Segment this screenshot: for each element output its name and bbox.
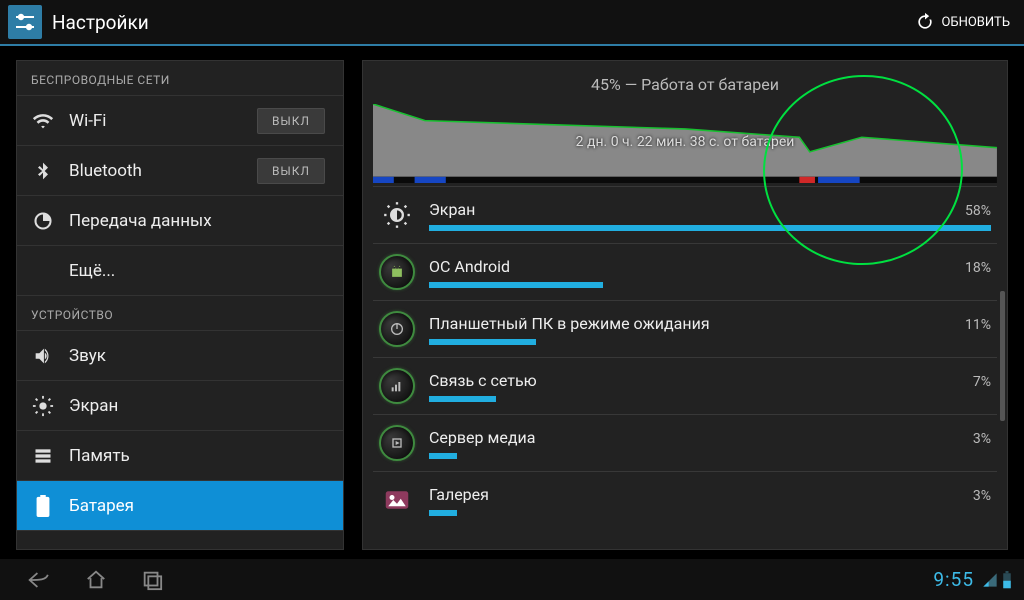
sidebar-item-battery[interactable]: Батарея [17,481,343,531]
usage-percent: 7% [973,374,991,390]
settings-sidebar[interactable]: БЕСПРОВОДНЫЕ СЕТИ Wi-Fi ВЫКЛ Bluetooth В… [16,60,344,550]
sidebar-item-label: Батарея [69,496,329,516]
bluetooth-icon [31,159,55,183]
sidebar-item-storage[interactable]: Память [17,431,343,481]
usage-percent: 18% [965,260,991,276]
back-button[interactable] [12,559,68,600]
usage-item-android-os[interactable]: ОС Android 18% [373,243,997,300]
sidebar-item-wifi[interactable]: Wi-Fi ВЫКЛ [17,96,343,146]
wifi-toggle[interactable]: ВЫКЛ [257,108,325,134]
battery-panel: 45% — Работа от батареи 2 дн. 0 ч. 22 ми… [362,60,1008,550]
usage-bar [429,282,991,288]
sidebar-item-label: Ещё... [69,261,329,281]
battery-header: 45% — Работа от батареи [363,61,1007,104]
signal-status-icon [982,572,998,588]
usage-item-tablet-idle[interactable]: Планшетный ПК в режиме ожидания 11% [373,300,997,357]
android-icon [379,254,415,290]
usage-percent: 11% [965,317,991,333]
usage-bar [429,225,991,231]
usage-bar [429,453,991,459]
usage-bar [429,339,991,345]
battery-usage-list[interactable]: Экран 58% ОС Android 18% [363,186,1007,549]
data-usage-icon [31,209,55,233]
storage-icon [31,444,55,468]
usage-percent: 58% [965,203,991,219]
action-bar: Настройки ОБНОВИТЬ [0,0,1024,46]
sidebar-item-label: Wi-Fi [69,111,243,131]
usage-bar [429,510,991,516]
battery-status-icon [1002,571,1012,589]
media-icon [379,425,415,461]
battery-graph[interactable]: 2 дн. 0 ч. 22 мин. 38 с. от батареи [373,104,997,180]
sound-icon [31,344,55,368]
usage-name: ОС Android [429,257,510,276]
sidebar-item-label: Звук [69,346,329,366]
home-button[interactable] [68,559,124,600]
main-split: БЕСПРОВОДНЫЕ СЕТИ Wi-Fi ВЫКЛ Bluetooth В… [0,46,1024,558]
system-navbar: 9:55 [0,558,1024,600]
usage-item-screen[interactable]: Экран 58% [373,186,997,243]
sidebar-item-label: Bluetooth [69,161,243,181]
page-title: Настройки [52,11,149,34]
sidebar-header-wireless: БЕСПРОВОДНЫЕ СЕТИ [17,61,343,96]
battery-graph-caption: 2 дн. 0 ч. 22 мин. 38 с. от батареи [373,104,997,180]
sidebar-item-label: Экран [69,396,329,416]
status-icons[interactable] [982,571,1012,589]
usage-item-media-server[interactable]: Сервер медиа 3% [373,414,997,471]
sidebar-item-sound[interactable]: Звук [17,331,343,381]
refresh-button[interactable]: ОБНОВИТЬ [909,8,1016,36]
wifi-icon [31,109,55,133]
brightness-icon [31,394,55,418]
usage-bar [429,396,991,402]
sliders-icon [13,10,37,34]
signal-icon [379,368,415,404]
usage-name: Сервер медиа [429,428,535,447]
battery-icon [31,494,55,518]
usage-percent: 3% [973,431,991,447]
usage-name: Экран [429,200,475,219]
sidebar-item-label: Передача данных [69,211,329,231]
settings-app-icon [8,5,42,39]
brightness-icon [379,197,415,233]
sidebar-item-label: Память [69,446,329,466]
refresh-icon [915,12,935,32]
usage-name: Планшетный ПК в режиме ожидания [429,314,710,333]
usage-item-cell-standby[interactable]: Связь с сетью 7% [373,357,997,414]
sidebar-item-data-usage[interactable]: Передача данных [17,196,343,246]
recent-apps-button[interactable] [124,559,180,600]
sidebar-header-device: УСТРОЙСТВО [17,296,343,331]
gallery-icon [379,482,415,518]
power-icon [379,311,415,347]
usage-name: Связь с сетью [429,371,537,390]
usage-percent: 3% [973,488,991,504]
sidebar-item-more[interactable]: Ещё... [17,246,343,296]
status-clock[interactable]: 9:55 [933,568,974,591]
sidebar-item-display[interactable]: Экран [17,381,343,431]
usage-item-gallery[interactable]: Галерея 3% [373,471,997,528]
usage-name: Галерея [429,485,489,504]
sidebar-item-bluetooth[interactable]: Bluetooth ВЫКЛ [17,146,343,196]
refresh-label: ОБНОВИТЬ [941,15,1010,30]
bluetooth-toggle[interactable]: ВЫКЛ [257,158,325,184]
